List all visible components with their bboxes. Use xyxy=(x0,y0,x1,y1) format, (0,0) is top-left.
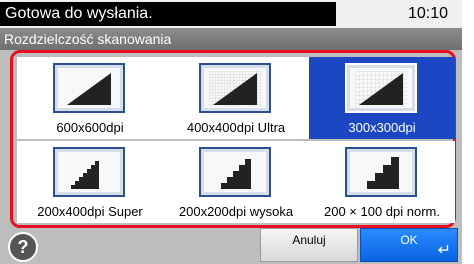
dpi-200-icon xyxy=(199,147,271,197)
option-400x400-ultra[interactable]: 400x400dpi Ultra xyxy=(163,57,309,139)
option-label: 200x400dpi Super xyxy=(37,204,143,219)
screen-title: Rozdzielczość skanowania xyxy=(4,31,172,47)
dpi-200x400-icon xyxy=(53,147,125,197)
dpi-300-icon xyxy=(345,63,417,113)
bottom-bar: ? Anuluj OK ↵ xyxy=(0,228,462,264)
resolution-options-frame: 600x600dpi 400x400dpi Ultra 300x300dpi 2… xyxy=(10,50,456,228)
ok-button[interactable]: OK ↵ xyxy=(360,228,458,262)
ok-label: OK xyxy=(400,233,418,247)
status-message: Gotowa do wysłania. xyxy=(0,2,336,26)
option-600x600[interactable]: 600x600dpi xyxy=(17,57,163,139)
clock: 10:10 xyxy=(407,5,448,22)
status-bar: Gotowa do wysłania. 10:10 xyxy=(0,0,462,28)
option-label: 200 × 100 dpi norm. xyxy=(324,204,440,219)
option-label: 400x400dpi Ultra xyxy=(186,120,286,135)
option-200x100-normal[interactable]: 200 × 100 dpi norm. xyxy=(309,141,455,223)
option-label: 200x200dpi wysoka xyxy=(178,204,294,219)
enter-icon: ↵ xyxy=(437,242,451,259)
option-label: 300x300dpi xyxy=(348,120,416,135)
help-button[interactable]: ? xyxy=(8,232,38,262)
screen-title-bar: Rozdzielczość skanowania xyxy=(0,28,462,50)
dpi-600-icon xyxy=(53,63,125,113)
panel-screen: Gotowa do wysłania. 10:10 Rozdzielczość … xyxy=(0,0,462,264)
cancel-button[interactable]: Anuluj xyxy=(260,228,358,262)
option-300x300[interactable]: 300x300dpi xyxy=(309,57,455,139)
option-200x400-super[interactable]: 200x400dpi Super xyxy=(17,141,163,223)
option-200x200-high[interactable]: 200x200dpi wysoka xyxy=(163,141,309,223)
dpi-200x100-icon xyxy=(345,147,417,197)
option-label: 600x600dpi xyxy=(56,120,124,135)
dpi-400-icon xyxy=(199,63,271,113)
